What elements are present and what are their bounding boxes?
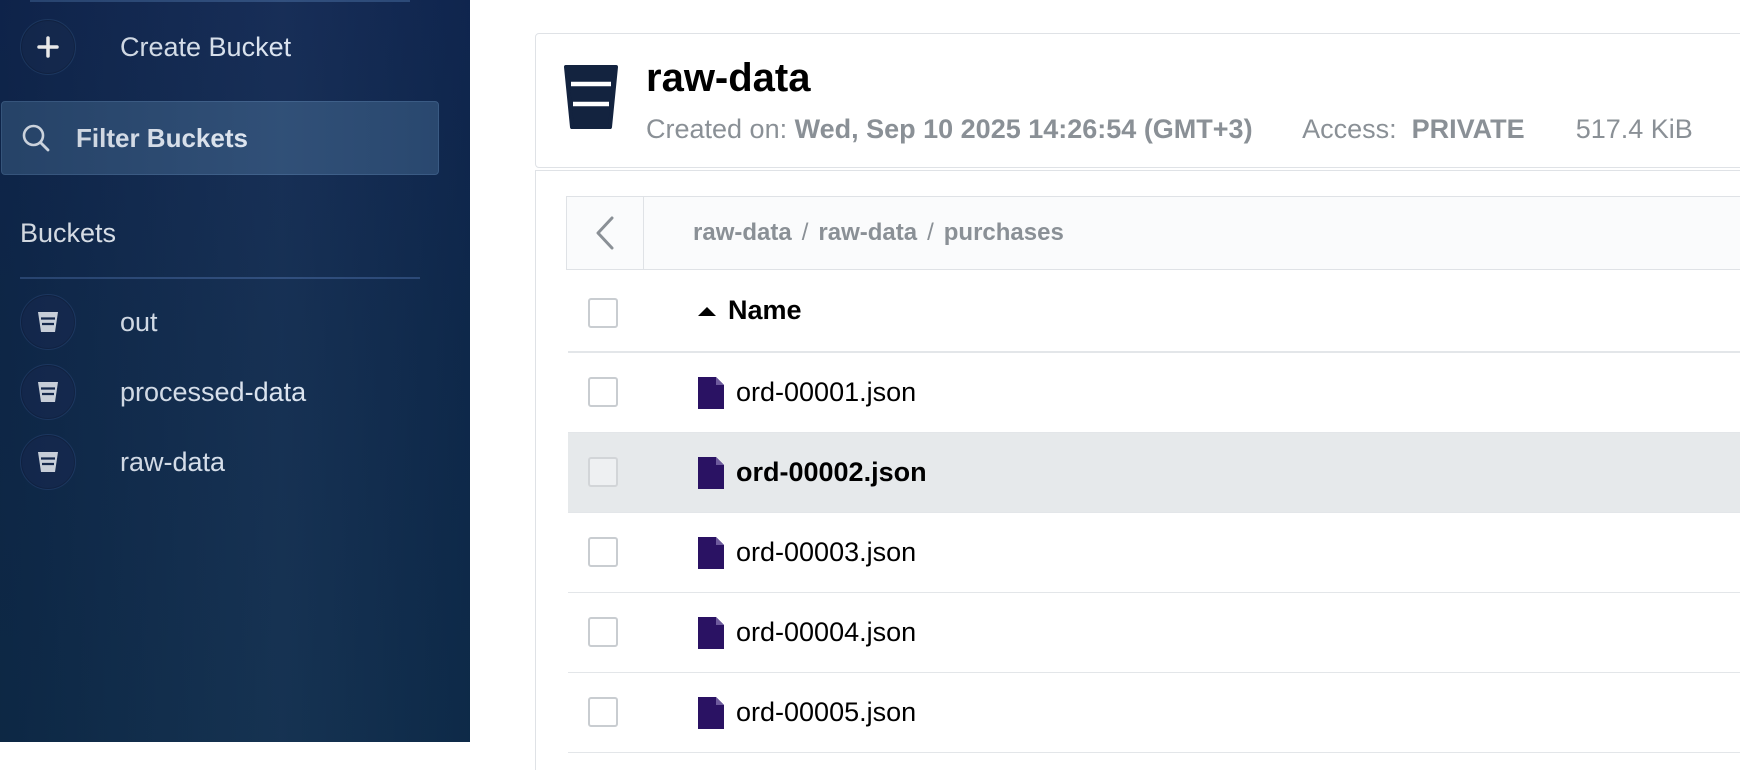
table-row[interactable]: ord-00005.json — [568, 673, 1740, 753]
divider — [20, 277, 420, 279]
breadcrumb-item[interactable]: raw-data — [693, 219, 792, 246]
search-icon — [22, 124, 50, 152]
file-icon — [698, 697, 724, 729]
file-icon — [698, 457, 724, 489]
sort-ascending-icon[interactable] — [696, 305, 718, 317]
sidebar-item-processed-data[interactable]: processed-data — [20, 364, 306, 420]
breadcrumb-item[interactable]: purchases — [944, 219, 1064, 246]
bucket-icon — [20, 294, 76, 350]
table-row[interactable]: ord-00004.json — [568, 593, 1740, 673]
buckets-section-title: Buckets — [20, 218, 117, 248]
breadcrumb-separator: / — [801, 219, 809, 246]
file-name[interactable]: ord-00001.json — [736, 377, 916, 408]
file-name[interactable]: ord-00002.json — [736, 457, 927, 488]
bucket-meta: Created on: Wed, Sep 10 2025 14:26:54 (G… — [646, 114, 1693, 145]
page-title: raw-data — [646, 56, 811, 100]
filter-buckets-field[interactable] — [1, 101, 439, 175]
object-browser: raw-data / raw-data / purchases Name ord-000… — [535, 170, 1740, 770]
plus-icon[interactable] — [20, 19, 76, 75]
back-button[interactable] — [567, 197, 644, 269]
filter-buckets-input[interactable] — [74, 121, 418, 155]
file-name[interactable]: ord-00004.json — [736, 617, 916, 648]
row-checkbox[interactable] — [588, 617, 618, 647]
sidebar-item-raw-data[interactable]: raw-data — [20, 434, 225, 490]
bucket-icon — [20, 434, 76, 490]
file-icon — [698, 617, 724, 649]
created-value: Wed, Sep 10 2025 14:26:54 (GMT+3) — [794, 114, 1253, 144]
sidebar-item-label: out — [120, 306, 158, 337]
row-checkbox[interactable] — [588, 537, 618, 567]
access-label: Access: — [1302, 114, 1397, 144]
table-row[interactable]: ord-00002.json — [568, 433, 1740, 513]
bucket-header: raw-data Created on: Wed, Sep 10 2025 14… — [535, 33, 1740, 168]
file-icon — [698, 537, 724, 569]
file-name[interactable]: ord-00003.json — [736, 537, 916, 568]
main-content: raw-data Created on: Wed, Sep 10 2025 14… — [470, 0, 1740, 770]
breadcrumb: raw-data / raw-data / purchases — [566, 196, 1740, 270]
sidebar: Create Bucket Buckets out processed-data… — [0, 0, 470, 742]
table-header: Name — [568, 271, 1740, 353]
sidebar-item-out[interactable]: out — [20, 294, 158, 350]
bucket-icon — [564, 65, 618, 129]
select-all-checkbox[interactable] — [588, 298, 618, 328]
breadcrumb-path: raw-data / raw-data / purchases — [693, 219, 1064, 247]
sidebar-item-label: processed-data — [120, 376, 307, 407]
bucket-icon — [20, 364, 76, 420]
divider — [30, 0, 410, 2]
create-bucket-label[interactable]: Create Bucket — [120, 32, 291, 63]
row-checkbox[interactable] — [588, 457, 618, 487]
row-checkbox[interactable] — [588, 377, 618, 407]
created-label: Created on: — [646, 114, 788, 144]
sidebar-item-label: raw-data — [120, 446, 226, 477]
file-icon — [698, 377, 724, 409]
name-column-header[interactable]: Name — [728, 295, 802, 326]
file-table: Name ord-00001.json ord-00002.json ord-0… — [568, 271, 1740, 753]
file-name[interactable]: ord-00005.json — [736, 697, 916, 728]
breadcrumb-separator: / — [927, 219, 934, 246]
create-bucket-button[interactable]: Create Bucket — [20, 19, 291, 75]
bucket-size: 517.4 KiB — [1575, 114, 1693, 144]
table-row[interactable]: ord-00003.json — [568, 513, 1740, 593]
breadcrumb-item[interactable]: raw-data — [818, 219, 917, 246]
row-checkbox[interactable] — [588, 697, 618, 727]
access-value: PRIVATE — [1411, 114, 1525, 144]
table-row[interactable]: ord-00001.json — [568, 353, 1740, 433]
chevron-left-icon[interactable] — [594, 215, 616, 251]
